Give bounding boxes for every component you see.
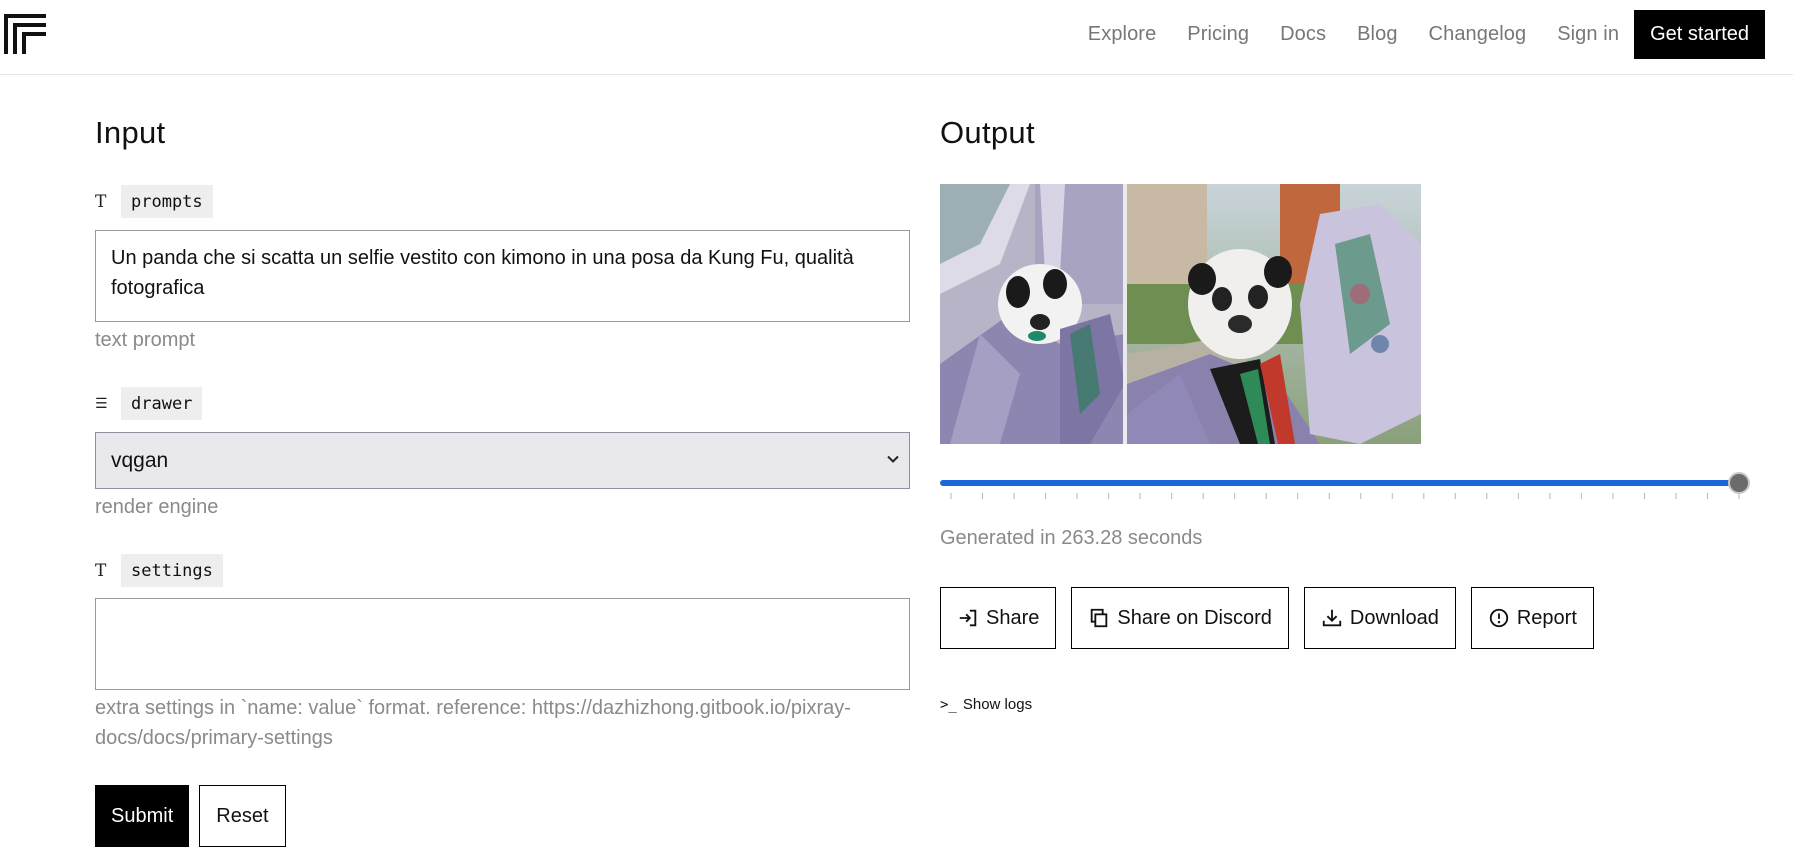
settings-label: T settings: [95, 554, 223, 587]
drawer-key: drawer: [121, 387, 203, 420]
prompts-hint: text prompt: [95, 329, 196, 351]
show-logs-toggle[interactable]: >_ Show logs: [940, 696, 1032, 713]
text-type-icon: T: [95, 560, 107, 581]
top-nav-bar: Explore Pricing Docs Blog Changelog Sign…: [0, 0, 1793, 75]
copy-icon: [1091, 608, 1108, 628]
report-label: Report: [1516, 606, 1577, 629]
submit-button[interactable]: Submit: [95, 785, 190, 847]
nav-pricing-link[interactable]: Pricing: [1187, 23, 1249, 46]
nav-menu: Explore Pricing Docs Blog Changelog Sign…: [1057, 10, 1765, 59]
share-discord-button[interactable]: Share on Discord: [1071, 587, 1289, 649]
download-button[interactable]: Download: [1303, 587, 1456, 649]
output-actions: Share Share on Discord Download Report: [940, 587, 1609, 649]
generation-time-text: Generated in 263.28 seconds: [940, 527, 1203, 549]
nav-signin-link[interactable]: Sign in: [1557, 23, 1619, 46]
slider-thumb[interactable]: [1728, 472, 1750, 494]
share-icon: [959, 609, 977, 627]
settings-key: settings: [121, 554, 223, 587]
share-discord-label: Share on Discord: [1117, 606, 1272, 629]
nav-explore-link[interactable]: Explore: [1088, 23, 1157, 46]
nav-docs-link[interactable]: Docs: [1280, 23, 1326, 46]
drawer-selected-value: vqgan: [111, 448, 169, 472]
report-button[interactable]: Report: [1470, 587, 1594, 649]
drawer-hint: render engine: [95, 496, 219, 518]
replicate-logo-icon[interactable]: [4, 14, 46, 54]
text-type-icon: T: [95, 191, 107, 212]
settings-textarea[interactable]: [95, 598, 910, 690]
prompts-label: T prompts: [95, 185, 213, 218]
drawer-label: ☰ drawer: [95, 387, 203, 420]
slider-track: [940, 480, 1739, 486]
form-buttons: Submit Reset: [95, 785, 286, 847]
prompts-textarea[interactable]: Un panda che si scatta un selfie vestito…: [95, 230, 910, 322]
share-button[interactable]: Share: [940, 587, 1057, 649]
output-frame-slider[interactable]: [940, 470, 1750, 510]
list-icon: ☰: [95, 395, 108, 412]
slider-ticks: [950, 493, 1740, 499]
terminal-icon: >_: [940, 696, 957, 713]
input-title: Input: [95, 115, 166, 150]
nav-changelog-link[interactable]: Changelog: [1429, 23, 1527, 46]
nav-blog-link[interactable]: Blog: [1357, 23, 1397, 46]
drawer-select[interactable]: vqgan: [95, 432, 910, 489]
share-label: Share: [986, 606, 1040, 629]
reset-button[interactable]: Reset: [199, 785, 286, 847]
get-started-button[interactable]: Get started: [1634, 10, 1765, 59]
output-title: Output: [940, 115, 1035, 150]
prompts-key: prompts: [121, 185, 213, 218]
chevron-down-icon: [887, 455, 899, 463]
report-icon: [1489, 608, 1509, 628]
settings-hint: extra settings in `name: value` format. …: [95, 697, 851, 749]
download-label: Download: [1349, 606, 1439, 629]
output-image[interactable]: [940, 184, 1421, 444]
download-icon: [1322, 609, 1342, 627]
show-logs-label: Show logs: [962, 696, 1033, 713]
